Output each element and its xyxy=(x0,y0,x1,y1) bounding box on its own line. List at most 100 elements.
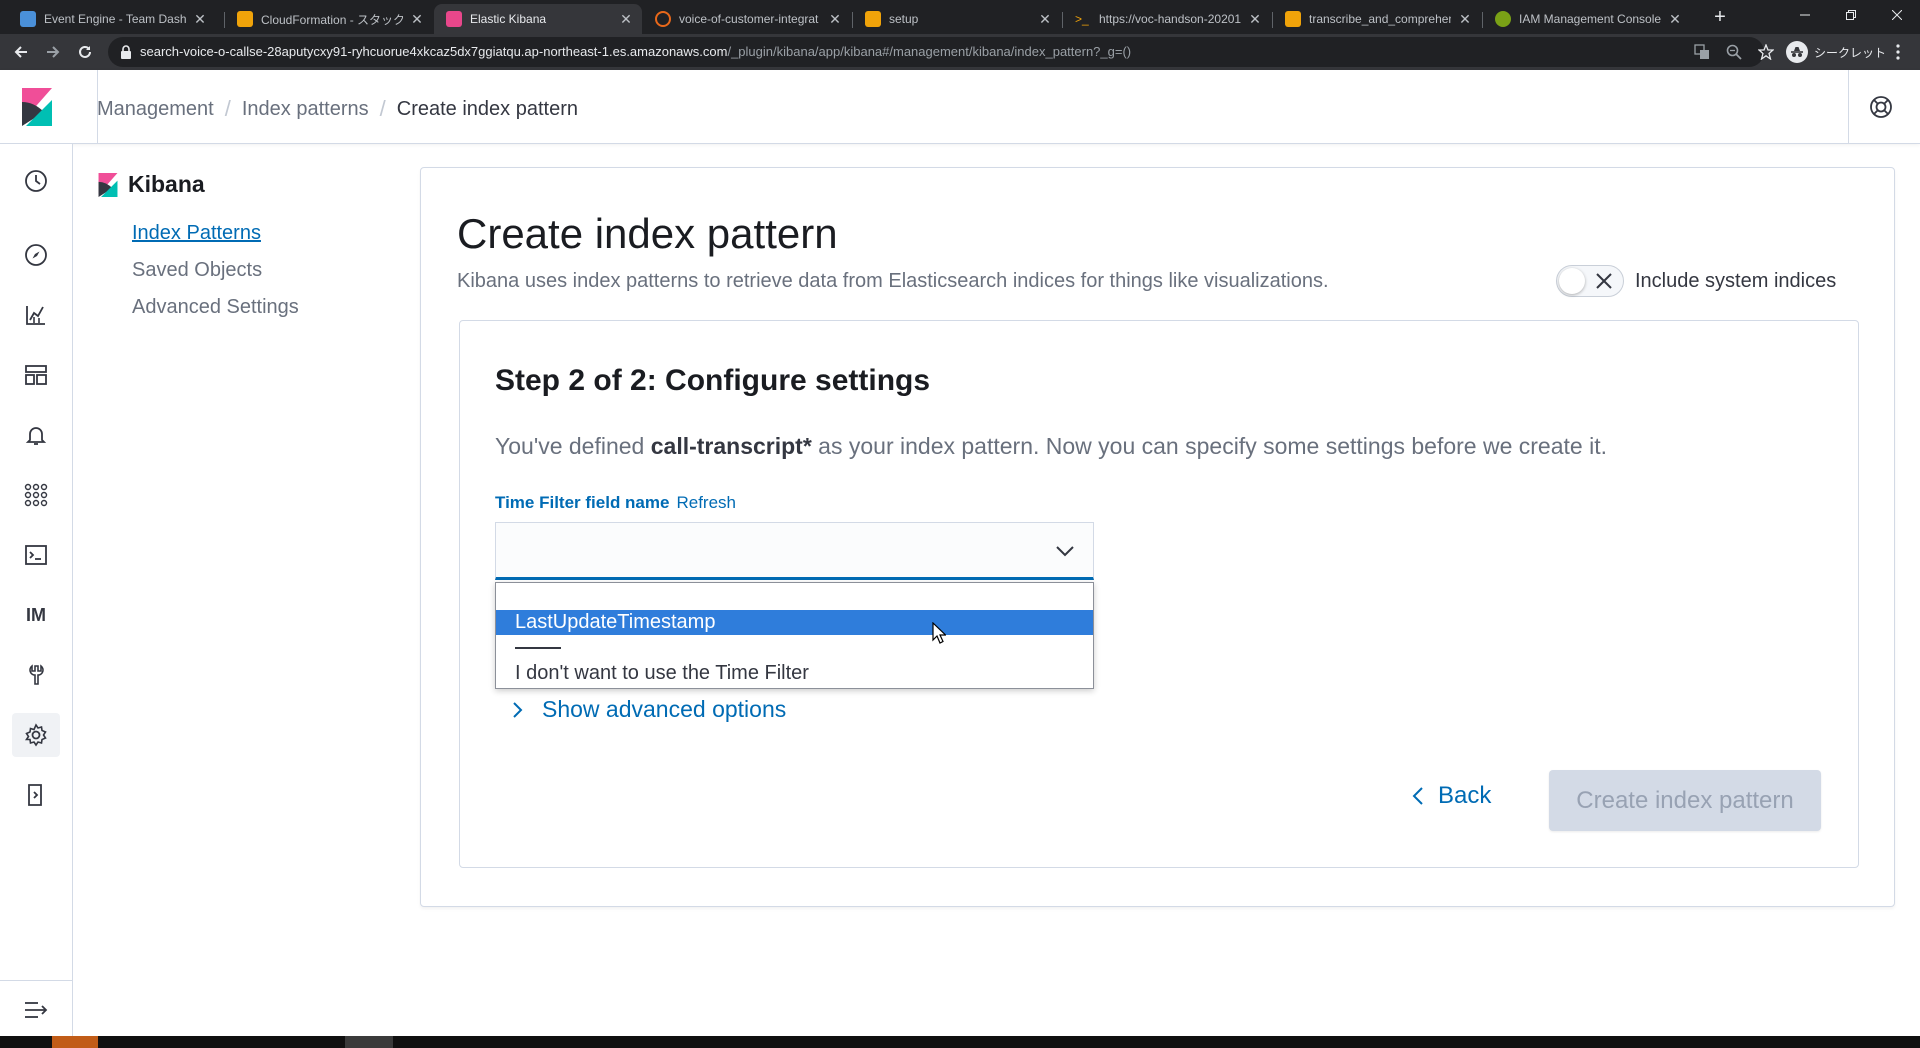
bookmark-star-icon[interactable] xyxy=(1757,43,1775,61)
back-button-label: Back xyxy=(1438,782,1492,809)
help-lifebuoy-icon[interactable] xyxy=(1869,95,1893,119)
browser-tab[interactable]: transcribe_and_comprehen ✕ xyxy=(1273,4,1481,34)
tab-close-icon[interactable]: ✕ xyxy=(1667,11,1683,27)
address-bar[interactable]: search-voice-o-callse-28aputycxy91-ryhcu… xyxy=(108,37,1774,67)
include-system-indices-toggle[interactable] xyxy=(1556,265,1624,297)
minimize-button[interactable] xyxy=(1782,0,1828,30)
tab-title: IAM Management Console xyxy=(1519,12,1661,26)
nav-management[interactable] xyxy=(12,713,60,757)
visualize-chart-icon xyxy=(26,306,45,325)
tab-close-icon[interactable]: ✕ xyxy=(1247,11,1263,27)
refresh-fields-link[interactable]: Refresh xyxy=(676,493,736,513)
window-close-button[interactable] xyxy=(1874,0,1920,30)
arrow-right-icon xyxy=(47,46,60,58)
nav-visualize[interactable] xyxy=(22,301,50,329)
menu-collapse-icon xyxy=(25,1002,48,1018)
tab-favicon-icon xyxy=(865,11,881,27)
browser-tab[interactable]: >_ https://voc-handson-20201 ✕ xyxy=(1063,4,1271,34)
nav-im[interactable]: IM xyxy=(22,601,50,629)
nav-alerting[interactable] xyxy=(22,421,50,449)
nav-im-label: IM xyxy=(26,604,46,625)
incognito-profile[interactable]: シークレット xyxy=(1786,41,1886,63)
lock-icon xyxy=(121,45,131,59)
tab-title: Event Engine - Team Dashb xyxy=(44,12,186,26)
tab-close-icon[interactable]: ✕ xyxy=(618,11,634,27)
time-filter-field-label: Time Filter field name xyxy=(495,493,670,512)
nav-discover[interactable] xyxy=(22,241,50,269)
sidebar-item-saved-objects[interactable]: Saved Objects xyxy=(132,259,262,282)
breadcrumb-management[interactable]: Management xyxy=(97,98,214,121)
tab-close-icon[interactable]: ✕ xyxy=(1457,11,1473,27)
browser-tab[interactable]: CloudFormation - スタック vc ✕ xyxy=(225,4,433,34)
url-text: search-voice-o-callse-28aputycxy91-ryhcu… xyxy=(140,44,1131,59)
tab-close-icon[interactable]: ✕ xyxy=(192,11,208,27)
close-icon xyxy=(1892,10,1902,20)
restore-button[interactable] xyxy=(1828,0,1874,30)
option-no-time-filter[interactable]: I don't want to use the Time Filter xyxy=(496,661,1093,686)
nav-recently-viewed[interactable] xyxy=(22,167,50,195)
os-taskbar xyxy=(0,1036,1920,1048)
time-filter-field-select[interactable] xyxy=(495,522,1094,580)
taskbar-app-icon[interactable] xyxy=(345,1036,393,1048)
tab-close-icon[interactable]: ✕ xyxy=(827,11,843,27)
incognito-label: シークレット xyxy=(1814,45,1887,60)
nav-dashboard[interactable] xyxy=(22,361,50,389)
browser-tab[interactable]: Event Engine - Team Dashb ✕ xyxy=(8,4,216,34)
nav-apps[interactable] xyxy=(22,481,50,509)
tab-title: voice-of-customer-integrat xyxy=(679,12,819,26)
kibana-logo-icon[interactable] xyxy=(22,88,52,126)
sidebar-title: Kibana xyxy=(98,171,205,198)
step-text-after: as your index pattern. Now you can speci… xyxy=(811,433,1607,459)
tab-close-icon[interactable]: ✕ xyxy=(409,11,425,27)
breadcrumb: Management / Index patterns / Create ind… xyxy=(97,96,578,122)
back-button[interactable]: Back xyxy=(1412,782,1491,810)
nav-dev-tools[interactable] xyxy=(22,661,50,689)
terminal-favicon-icon: >_ xyxy=(1075,12,1089,26)
step-text-before: You've defined xyxy=(495,433,651,459)
option-separator xyxy=(515,647,561,649)
back-nav-button[interactable] xyxy=(9,40,33,64)
compass-icon xyxy=(25,244,47,266)
mouse-cursor-icon xyxy=(932,622,946,644)
taskbar-app-icon[interactable] xyxy=(52,1036,98,1048)
nav-dev-tools-console[interactable] xyxy=(22,541,50,569)
option-last-update-timestamp[interactable]: LastUpdateTimestamp xyxy=(496,610,1093,635)
page-description: Kibana uses index patterns to retrieve d… xyxy=(457,270,1329,292)
kibana-small-logo-icon xyxy=(98,172,118,197)
incognito-icon xyxy=(1786,41,1808,63)
kibana-favicon-icon xyxy=(446,11,462,27)
browser-tab[interactable]: IAM Management Console ✕ xyxy=(1483,4,1691,34)
sidebar-title-text: Kibana xyxy=(128,171,205,197)
browser-menu-button[interactable] xyxy=(1888,42,1908,62)
wrench-icon xyxy=(29,664,44,685)
reload-icon xyxy=(79,45,91,58)
translate-icon[interactable] xyxy=(1693,43,1711,61)
browser-tab[interactable]: voice-of-customer-integrat ✕ xyxy=(643,4,851,34)
tab-favicon-icon xyxy=(237,11,253,27)
forward-nav-button[interactable] xyxy=(41,40,65,64)
breadcrumb-index-patterns[interactable]: Index patterns xyxy=(242,98,369,121)
sidebar-item-index-patterns[interactable]: Index Patterns xyxy=(132,222,261,245)
nav-collapse-toggle[interactable] xyxy=(22,996,50,1024)
toggle-knob xyxy=(1559,268,1585,294)
arrow-left-icon xyxy=(14,46,27,58)
tab-close-icon[interactable]: ✕ xyxy=(1037,11,1053,27)
nav-logout[interactable] xyxy=(22,781,50,809)
breadcrumb-separator: / xyxy=(224,96,231,121)
kibana-header: Management / Index patterns / Create ind… xyxy=(0,70,1920,144)
browser-tab[interactable]: setup ✕ xyxy=(853,4,1061,34)
zoom-icon[interactable] xyxy=(1725,43,1743,61)
header-divider xyxy=(1848,70,1849,144)
index-pattern-name: call-transcript* xyxy=(650,433,812,459)
iam-favicon-icon xyxy=(1495,11,1511,27)
new-tab-button[interactable]: + xyxy=(1708,6,1732,30)
create-index-pattern-button[interactable]: Create index pattern xyxy=(1549,770,1821,831)
clock-icon xyxy=(25,170,47,192)
nav-divider xyxy=(0,980,73,981)
show-advanced-options-toggle[interactable]: Show advanced options xyxy=(512,696,786,723)
tab-title: transcribe_and_comprehen xyxy=(1309,12,1451,26)
reload-button[interactable] xyxy=(73,40,97,64)
tab-title: CloudFormation - スタック vc xyxy=(261,12,403,27)
browser-tab-active[interactable]: Elastic Kibana ✕ xyxy=(434,4,642,34)
sidebar-item-advanced-settings[interactable]: Advanced Settings xyxy=(132,296,299,319)
